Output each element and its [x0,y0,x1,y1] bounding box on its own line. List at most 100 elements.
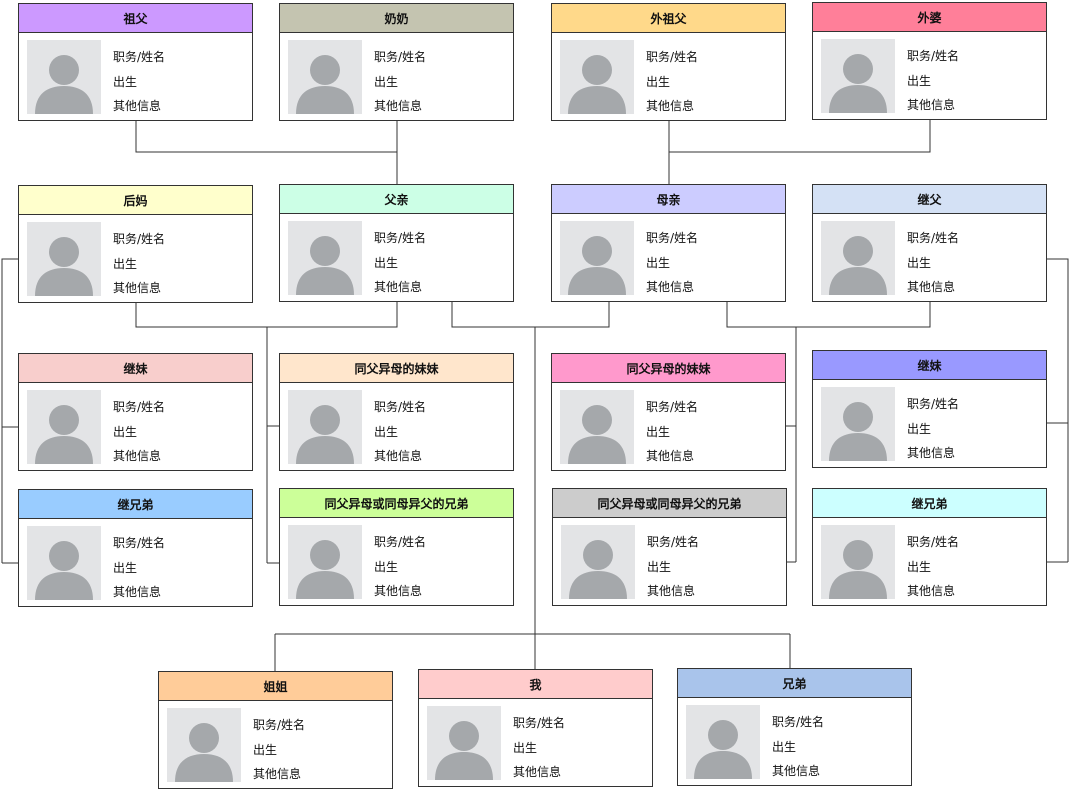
field-birth: 出生 [907,255,932,270]
field-other: 其他信息 [113,449,162,463]
field-other: 其他信息 [513,765,562,779]
field-other: 其他信息 [374,584,423,598]
avatar-placeholder-icon [27,40,101,114]
field-birth: 出生 [113,424,138,439]
avatar-placeholder-icon [288,221,362,295]
person-info: 职务/姓名 出生 其他信息 [113,227,165,301]
person-card-stepmother[interactable]: 后妈 职务/姓名 出生 其他信息 [18,185,253,303]
avatar-placeholder-icon [427,706,501,780]
field-birth: 出生 [772,739,797,754]
person-card-brother[interactable]: 兄弟 职务/姓名 出生 其他信息 [677,668,912,786]
connector-father-mother [451,301,610,328]
field-name: 职务/姓名 [374,231,427,245]
person-card-stepsister-left[interactable]: 继妹职务/姓名出生其他信息 [18,353,253,471]
field-birth: 出生 [646,255,671,270]
person-body: 职务/姓名 出生 其他信息 [678,698,911,786]
person-body: 职务/姓名 出生 其他信息 [19,519,252,607]
person-card-half-sister-paternal[interactable]: 同父异母的妹妹 职务/姓名 出生 其他信息 [279,353,514,471]
field-birth: 出生 [374,424,399,439]
person-body: 职务/姓名 出生 其他信息 [813,380,1046,468]
person-card-maternal-grandfather[interactable]: 外祖父 职务/姓名 出生 其他信息 [551,3,786,121]
person-info: 职务/姓名 出生 其他信息 [253,713,305,787]
person-card-mother[interactable]: 母亲 职务/姓名 出生 其他信息 [551,184,786,302]
connector-mother-stepfather [726,301,931,328]
field-name: 职务/姓名 [907,535,960,549]
field-other: 其他信息 [907,98,956,112]
person-body: 职务/姓名 出生 其他信息 [159,701,392,789]
field-name: 职务/姓名 [113,232,166,246]
connector-maternal-grandparents [669,120,931,153]
person-title: 姐姐 [159,672,392,701]
field-birth: 出生 [113,256,138,271]
person-card-grandfather[interactable]: 祖父 职务/姓名 出生 其他信息 [18,3,253,121]
person-title: 同父异母的妹妹 [280,354,513,383]
field-birth: 出生 [646,74,671,89]
person-card-older-sister[interactable]: 姐姐职务/姓名 出生 其他信息 [158,671,393,789]
field-name: 职务/姓名 [374,400,427,414]
person-card-stepsister-right[interactable]: 继妹职务/姓名 出生 其他信息 [812,350,1047,468]
person-info: 职务/姓名 出生 其他信息 [113,45,165,119]
person-title: 同父异母或同母异父的兄弟 [553,489,786,518]
person-info: 职务/姓名 出生 其他信息 [907,392,959,466]
person-card-stepbrother-left[interactable]: 继兄弟职务/姓名 出生 其他信息 [18,489,253,607]
field-other: 其他信息 [113,99,162,113]
person-title: 继妹 [813,351,1046,380]
person-body: 职务/姓名 出生 其他信息 [813,32,1046,120]
person-info: 职务/姓名 出生 其他信息 [113,531,165,605]
person-card-stepbrother-right[interactable]: 继兄弟 职务/姓名 出生 其他信息 [812,488,1047,606]
person-card-me[interactable]: 我职务/姓名 出生 其他信息 [418,669,653,787]
avatar-placeholder-icon [27,390,101,464]
person-title: 继妹 [19,354,252,383]
field-name: 职务/姓名 [374,50,427,64]
avatar-placeholder-icon [288,40,362,114]
field-name: 职务/姓名 [253,718,306,732]
person-body: 职务/姓名 出生 其他信息 [419,699,652,787]
avatar-placeholder-icon [560,390,634,464]
field-birth: 出生 [113,74,138,89]
field-name: 职务/姓名 [513,716,566,730]
person-card-grandmother[interactable]: 奶奶 职务/姓名 出生 其他信息 [279,3,514,121]
person-title: 同父异母或同母异父的兄弟 [280,489,513,518]
person-info: 职务/姓名 出生 其他信息 [374,395,426,469]
person-body: 职务/姓名 出生 其他信息 [19,215,252,303]
person-info: 职务/姓名 出生 其他信息 [647,530,699,604]
person-body: 职务/姓名 出生 其他信息 [552,33,785,121]
avatar-placeholder-icon [560,40,634,114]
avatar-placeholder-icon [821,525,895,599]
field-other: 其他信息 [374,280,423,294]
person-card-maternal-grandmother[interactable]: 外婆 职务/姓名 出生 其他信息 [812,2,1047,120]
person-body: 职务/姓名 出生 其他信息 [280,214,513,302]
field-name: 职务/姓名 [907,49,960,63]
person-info: 职务/姓名 出生 其他信息 [513,711,565,785]
avatar-placeholder-icon [288,525,362,599]
person-body: 职务/姓名 出生 其他信息 [553,518,786,606]
person-info: 职务/姓名 出生 其他信息 [772,710,824,784]
person-card-father[interactable]: 父亲 职务/姓名 出生 其他信息 [279,184,514,302]
avatar-placeholder-icon [27,222,101,296]
person-body: 职务/姓名出生其他信息 [19,383,252,471]
person-info: 职务/姓名 出生 其他信息 [646,45,698,119]
person-card-half-sister-maternal[interactable]: 同父异母的妹妹 职务/姓名 出生 其他信息 [551,353,786,471]
field-other: 其他信息 [374,99,423,113]
field-birth: 出生 [647,559,672,574]
person-title: 后妈 [19,186,252,215]
field-birth: 出生 [374,559,399,574]
person-info: 职务/姓名 出生 其他信息 [907,530,959,604]
person-card-half-brother-paternal[interactable]: 同父异母或同母异父的兄弟 职务/姓名 出生 其他信息 [279,488,514,606]
avatar-placeholder-icon [821,39,895,113]
person-title: 继兄弟 [19,490,252,519]
person-title: 同父异母的妹妹 [552,354,785,383]
connector-stepmother-father [135,301,398,328]
field-name: 职务/姓名 [113,400,166,414]
person-card-half-brother-maternal[interactable]: 同父异母或同母异父的兄弟职务/姓名 出生 其他信息 [552,488,787,606]
connector-stepmother-children [1,258,18,563]
field-other: 其他信息 [113,585,162,599]
person-title: 我 [419,670,652,699]
person-card-stepfather[interactable]: 继父 职务/姓名 出生 其他信息 [812,184,1047,302]
connector-paternal-grandparents [135,121,397,153]
person-title: 父亲 [280,185,513,214]
person-info: 职务/姓名 出生 其他信息 [374,530,426,604]
person-info: 职务/姓名 出生 其他信息 [907,44,959,118]
field-name: 职务/姓名 [907,397,960,411]
avatar-placeholder-icon [288,390,362,464]
